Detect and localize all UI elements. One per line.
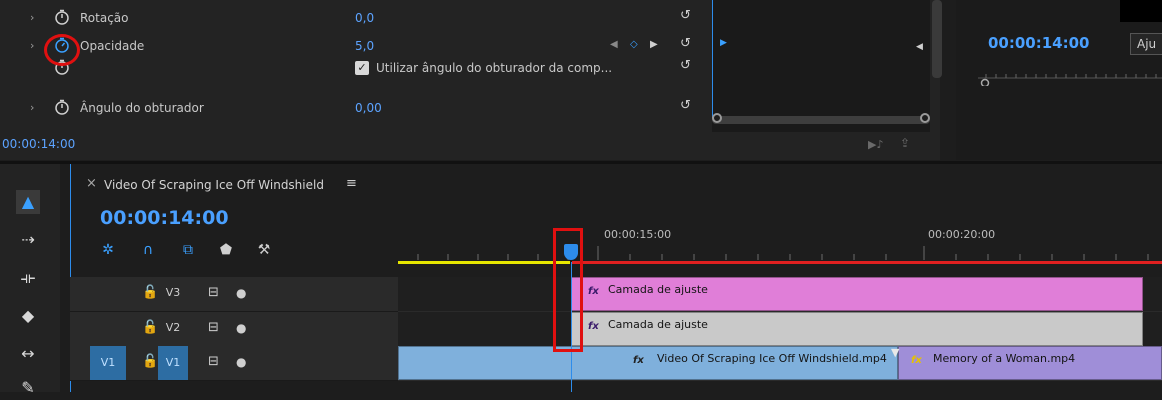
ripple-edit-tool-icon[interactable]: ⟛ <box>16 266 40 290</box>
track-header-v3[interactable]: 🔓 V3 ⊟ ● <box>70 277 398 312</box>
eye-icon[interactable]: ● <box>236 355 246 369</box>
pen-tool-icon[interactable]: ✎ <box>16 376 40 400</box>
eye-icon[interactable]: ● <box>236 286 246 300</box>
track-name[interactable]: V1 <box>158 346 188 380</box>
effect-controls-timecode[interactable]: 00:00:14:00 <box>2 137 75 151</box>
reset-parameter-icon[interactable]: ↺ <box>680 98 691 113</box>
snap-icon[interactable]: ∩ <box>138 242 158 258</box>
program-ruler[interactable] <box>976 68 1162 86</box>
sequence-timecode[interactable]: 00:00:14:00 <box>100 207 229 229</box>
keyframe-marker-icon[interactable]: ▶ <box>720 38 727 48</box>
settings-wrench-icon[interactable]: ⚒ <box>254 242 274 258</box>
property-label: Ângulo do obturador <box>80 101 204 115</box>
slip-tool-icon[interactable]: ↔ <box>16 342 40 366</box>
track-name[interactable]: V2 <box>158 321 188 341</box>
lock-icon[interactable]: 🔓 <box>142 320 158 335</box>
expand-chevron-icon[interactable]: › <box>30 39 34 52</box>
work-area-bar[interactable] <box>398 261 570 264</box>
annotation-highlight-circle <box>44 34 80 66</box>
transition-marker-icon[interactable]: ▼ <box>891 346 899 359</box>
reset-parameter-icon[interactable]: ↺ <box>680 8 691 23</box>
checkbox-label: Utilizar ângulo do obturador da comp... <box>376 61 613 75</box>
vertical-scrollbar[interactable] <box>932 0 942 78</box>
previous-keyframe-icon[interactable]: ◀ <box>610 39 618 50</box>
source-patch-v1[interactable]: V1 <box>90 346 126 380</box>
program-preview <box>1120 0 1162 22</box>
fx-badge-icon: fx <box>911 355 922 366</box>
clip-label: Camada de ajuste <box>608 318 708 331</box>
property-value[interactable]: 0,0 <box>355 11 374 25</box>
linked-selection-icon[interactable]: ⧉ <box>178 242 198 258</box>
razor-tool-icon[interactable]: ◆ <box>16 304 40 328</box>
program-timecode[interactable]: 00:00:14:00 <box>988 34 1090 52</box>
eye-icon[interactable]: ● <box>236 321 246 335</box>
track-header-v2[interactable]: 🔓 V2 ⊟ ● <box>70 312 398 347</box>
sync-lock-icon[interactable]: ⊟ <box>208 320 219 335</box>
export-icon[interactable]: ⇪ <box>900 136 910 150</box>
fx-badge-icon: fx <box>588 286 599 297</box>
keyframe-marker-icon[interactable]: ◀ <box>916 42 923 52</box>
add-keyframe-icon[interactable]: ◇ <box>630 39 638 50</box>
scroll-handle-right[interactable] <box>920 113 930 123</box>
add-marker-icon[interactable]: ⬟ <box>216 242 236 258</box>
property-value[interactable]: 5,0 <box>355 39 374 53</box>
sync-lock-icon[interactable]: ⊟ <box>208 285 219 300</box>
video-clip[interactable]: fx Video Of Scraping Ice Off Windshield.… <box>398 346 898 380</box>
reset-parameter-icon[interactable]: ↺ <box>680 58 691 73</box>
selection-tool-icon[interactable]: ▲ <box>16 190 40 214</box>
nest-icon[interactable]: ✲ <box>98 242 118 258</box>
tools-panel: ▲ ⇢ ⟛ ◆ ↔ ✎ <box>0 164 60 397</box>
scroll-handle-left[interactable] <box>712 113 722 123</box>
stopwatch-icon[interactable] <box>54 99 70 115</box>
play-audio-icon[interactable]: ▶♪ <box>868 138 883 151</box>
clip-label: Camada de ajuste <box>608 283 708 296</box>
annotation-highlight-box <box>553 228 583 352</box>
ruler-label: 00:00:20:00 <box>928 228 996 241</box>
adjustment-layer-clip[interactable]: fx Camada de ajuste <box>571 312 1143 346</box>
sequence-tab[interactable]: Video Of Scraping Ice Off Windshield <box>104 178 324 192</box>
lock-icon[interactable]: 🔓 <box>142 285 158 300</box>
fx-badge-icon: fx <box>633 355 644 366</box>
checkbox[interactable]: ✓ <box>355 61 369 75</box>
close-tab-icon[interactable]: × <box>86 176 97 191</box>
zoom-scrollbar[interactable] <box>712 113 930 124</box>
adjustment-layer-clip[interactable]: fx Camada de ajuste <box>571 277 1143 311</box>
next-keyframe-icon[interactable]: ▶ <box>650 39 658 50</box>
track-select-tool-icon[interactable]: ⇢ <box>16 228 40 252</box>
video-clip[interactable]: fx Memory of a Woman.mp4 <box>898 346 1162 380</box>
ruler-label: 00:00:15:00 <box>604 228 672 241</box>
lock-icon[interactable]: 🔓 <box>142 354 158 369</box>
property-label: Opacidade <box>80 39 145 53</box>
expand-chevron-icon[interactable]: › <box>30 101 34 114</box>
fit-dropdown[interactable]: Aju <box>1130 33 1162 55</box>
reset-parameter-icon[interactable]: ↺ <box>680 36 691 51</box>
stopwatch-icon[interactable] <box>54 9 70 25</box>
property-label: Rotação <box>80 11 129 25</box>
effect-controls-timeline[interactable] <box>712 0 930 132</box>
clip-label: Memory of a Woman.mp4 <box>933 352 1076 365</box>
property-value[interactable]: 0,00 <box>355 101 382 115</box>
panel-menu-icon[interactable]: ≡ <box>346 176 357 191</box>
expand-chevron-icon[interactable]: › <box>30 11 34 24</box>
sync-lock-icon[interactable]: ⊟ <box>208 354 219 369</box>
time-ruler[interactable] <box>398 220 1162 264</box>
track-name[interactable]: V3 <box>158 286 188 306</box>
render-status-bar <box>572 261 1162 264</box>
effect-controls-playhead[interactable] <box>712 0 713 118</box>
fx-badge-icon: fx <box>588 321 599 332</box>
clip-label: Video Of Scraping Ice Off Windshield.mp4 <box>657 352 887 365</box>
